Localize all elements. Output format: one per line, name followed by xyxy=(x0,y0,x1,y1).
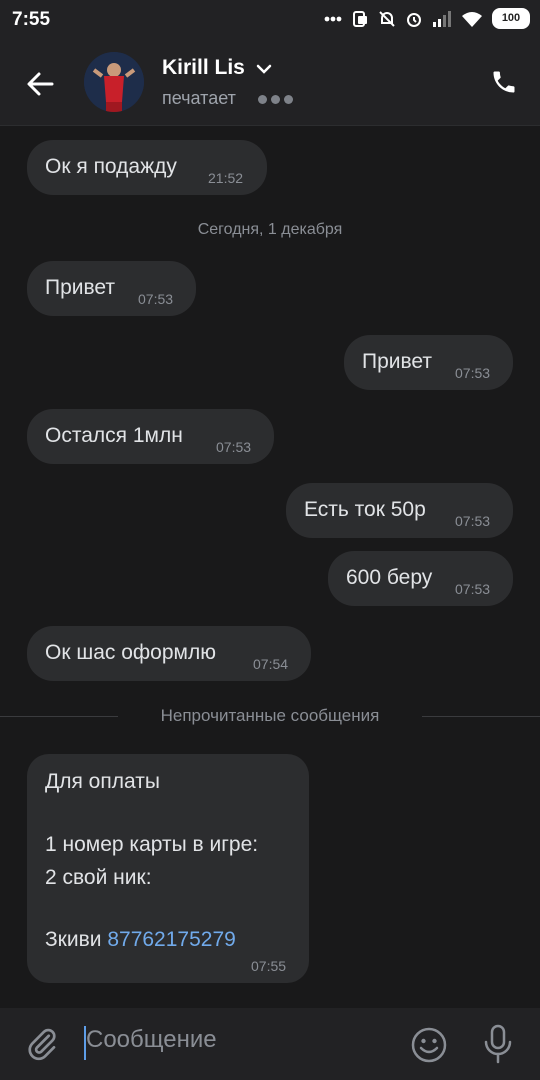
message-incoming[interactable]: Ок шас оформлю 07:54 xyxy=(27,626,311,681)
wifi-icon xyxy=(462,11,482,27)
chevron-down-icon[interactable] xyxy=(256,64,272,74)
message-time: 07:53 xyxy=(455,581,491,597)
message-time: 07:53 xyxy=(455,365,491,381)
message-line-payment: Зкиви 87762175279 xyxy=(45,928,236,952)
message-line: Для оплаты xyxy=(45,770,160,793)
screen-rotate-icon xyxy=(353,10,367,27)
status-icons: 100 xyxy=(324,8,530,29)
contact-avatar[interactable] xyxy=(84,52,144,112)
message-incoming[interactable]: Остался 1млн 07:53 xyxy=(27,409,274,464)
contact-name[interactable]: Kirill Lis xyxy=(162,56,245,80)
message-text: Ок я подажду xyxy=(45,155,177,178)
message-incoming[interactable]: Ок я подажду 21:52 xyxy=(27,140,267,195)
mute-bell-icon xyxy=(379,10,395,27)
avatar-image xyxy=(84,52,144,112)
message-outgoing[interactable]: Привет 07:53 xyxy=(344,335,513,390)
typing-dots-icon xyxy=(258,95,293,104)
message-text: Остался 1млн xyxy=(45,424,183,447)
message-time: 07:53 xyxy=(216,439,252,455)
message-outgoing[interactable]: 600 беру 07:53 xyxy=(328,551,513,606)
status-time: 7:55 xyxy=(12,9,51,30)
status-bar: 7:55 100 xyxy=(0,0,540,40)
message-text: Есть ток 50р xyxy=(304,498,426,521)
smile-icon[interactable] xyxy=(410,1026,448,1064)
battery-indicator: 100 xyxy=(492,8,530,29)
message-line: 1 номер карты в игре: xyxy=(45,833,259,856)
message-composer: Сообщение xyxy=(0,1008,540,1080)
back-arrow-icon[interactable] xyxy=(22,64,62,104)
more-dots-icon xyxy=(324,16,342,21)
paperclip-icon[interactable] xyxy=(24,1026,60,1062)
message-text: 600 беру xyxy=(346,566,433,589)
message-text: Привет xyxy=(362,350,433,373)
message-time: 07:53 xyxy=(455,513,491,529)
message-time: 07:55 xyxy=(251,958,287,974)
message-text: Привет xyxy=(45,276,116,299)
message-input[interactable]: Сообщение xyxy=(86,1026,217,1054)
message-time: 07:53 xyxy=(138,291,174,307)
message-text: Зкиви xyxy=(45,928,102,951)
message-outgoing[interactable]: Есть ток 50р 07:53 xyxy=(286,483,513,538)
message-line: 2 свой ник: xyxy=(45,866,152,889)
microphone-icon[interactable] xyxy=(482,1024,514,1064)
message-incoming-multiline[interactable]: Для оплаты 1 номер карты в игре: 2 свой … xyxy=(27,754,309,983)
date-separator: Сегодня, 1 декабря xyxy=(197,221,343,238)
unread-separator: Непрочитанные сообщения xyxy=(160,706,380,725)
message-time: 21:52 xyxy=(208,170,244,186)
signal-icon xyxy=(433,10,451,27)
phone-number-link[interactable]: 87762175279 xyxy=(107,928,235,951)
alarm-icon xyxy=(407,12,421,27)
chat-header: Kirill Lis печатает xyxy=(0,40,540,126)
phone-icon[interactable] xyxy=(490,68,518,96)
message-time: 07:54 xyxy=(253,656,289,672)
message-text: Ок шас оформлю xyxy=(45,641,216,664)
typing-status: печатает xyxy=(162,88,236,108)
message-incoming[interactable]: Привет 07:53 xyxy=(27,261,196,316)
